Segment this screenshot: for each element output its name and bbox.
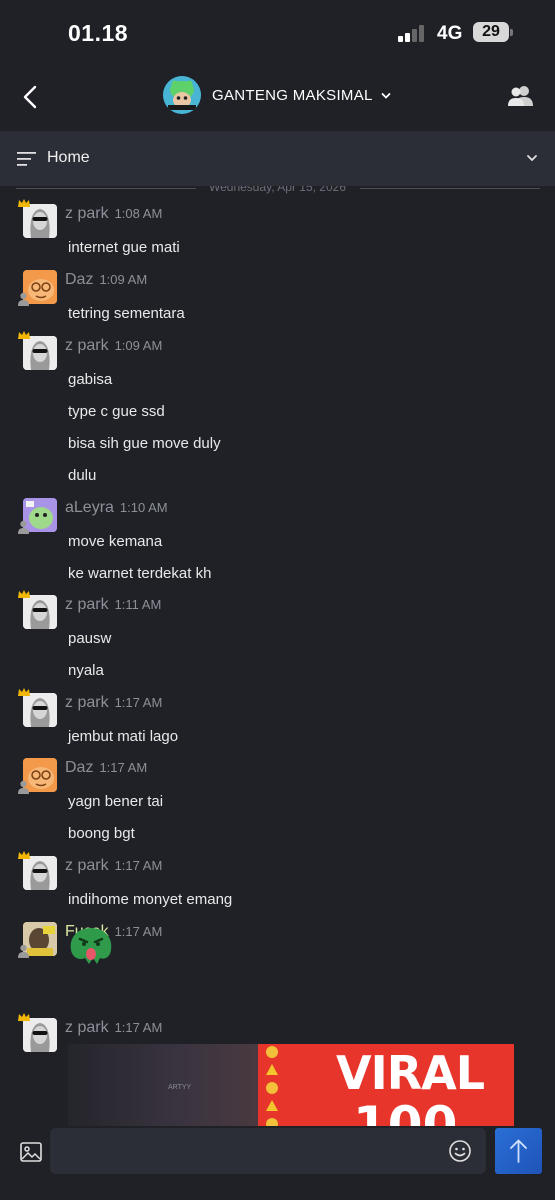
message-list[interactable]: Wednesday, Apr 15, 2026 z park 1:08 AM in…	[0, 186, 555, 1126]
message-time: 1:08 AM	[114, 206, 163, 221]
signal-icon	[398, 24, 428, 42]
person-icon	[18, 944, 29, 958]
smiley-icon[interactable]	[448, 1139, 472, 1163]
message-text: pausw	[68, 630, 112, 647]
message-time: 1:11 AM	[114, 597, 162, 612]
crown-icon	[18, 590, 30, 598]
chevron-down-icon	[381, 93, 390, 99]
chat-header: GANTENG MAKSIMAL	[0, 66, 555, 130]
sender-name[interactable]: z park 1:08 AM	[65, 205, 162, 223]
image-number: 100	[353, 1096, 458, 1126]
crown-icon	[18, 199, 30, 207]
sender-name[interactable]: z park 1:11 AM	[65, 596, 161, 614]
sender-name[interactable]: aLeyra 1:10 AM	[65, 499, 168, 517]
message-time: 1:17 AM	[114, 858, 163, 873]
message-input[interactable]	[62, 1139, 442, 1163]
message-text: ke warnet terdekat kh	[68, 565, 212, 582]
image-caption: ARTYY	[168, 1084, 192, 1091]
sender-name[interactable]: Daz 1:09 AM	[65, 271, 147, 289]
avatar[interactable]	[23, 693, 57, 727]
menu-icon[interactable]	[17, 151, 37, 167]
avatar[interactable]	[23, 595, 57, 629]
message-time: 1:17 AM	[114, 695, 163, 710]
arrow-up-icon	[510, 1139, 527, 1163]
back-button[interactable]	[16, 80, 46, 114]
sender-name[interactable]: z park 1:17 AM	[65, 857, 162, 875]
message-time: 1:10 AM	[119, 500, 168, 515]
message-text: gabisa	[68, 371, 113, 388]
battery-icon: 29	[473, 22, 509, 42]
image-attachment[interactable]: ARTYY VIRAL 100	[68, 1044, 514, 1126]
image-left-panel: ARTYY	[68, 1044, 258, 1126]
chevron-down-icon[interactable]	[524, 151, 540, 165]
message-text: type c gue ssd	[68, 403, 165, 420]
message-text: tetring sementara	[68, 305, 185, 322]
sender-name[interactable]: z park 1:17 AM	[65, 694, 162, 712]
person-icon	[18, 292, 29, 306]
send-button[interactable]	[495, 1128, 542, 1174]
message-text: internet gue mati	[68, 239, 180, 256]
date-divider: Wednesday, Apr 15, 2026	[0, 186, 555, 196]
sender-name[interactable]: z park 1:17 AM	[65, 1019, 162, 1037]
avatar[interactable]	[23, 204, 57, 238]
members-icon	[508, 86, 533, 106]
crown-icon	[18, 331, 30, 339]
crown-icon	[18, 1013, 30, 1021]
members-button[interactable]	[507, 84, 535, 108]
message-text: dulu	[68, 467, 97, 484]
group-avatar[interactable]	[163, 76, 201, 114]
green-blob-tongue-sticker[interactable]	[67, 924, 115, 966]
message-time: 1:17 AM	[99, 760, 148, 775]
crown-icon	[18, 688, 30, 696]
crown-icon	[18, 851, 30, 859]
date-label: Wednesday, Apr 15, 2026	[0, 186, 555, 194]
message-text: indihome monyet emang	[68, 891, 233, 908]
avatar[interactable]	[23, 336, 57, 370]
status-time: 01.18	[68, 20, 129, 46]
avatar[interactable]	[23, 856, 57, 890]
person-icon	[18, 780, 29, 794]
sender-name[interactable]: Daz 1:17 AM	[65, 759, 147, 777]
message-composer	[0, 1126, 555, 1200]
status-bar: 01.18 4G 29	[0, 0, 555, 66]
message-time: 1:09 AM	[114, 338, 163, 353]
battery-nub	[510, 29, 513, 36]
message-text: yagn bener tai	[68, 793, 164, 810]
avatar[interactable]	[23, 1018, 57, 1052]
group-title[interactable]: GANTENG MAKSIMAL	[212, 87, 391, 104]
message-text: bisa sih gue move duly	[68, 435, 221, 452]
message-text: move kemana	[68, 533, 163, 550]
group-name: GANTENG MAKSIMAL	[212, 87, 373, 104]
battery-level: 29	[482, 23, 500, 40]
channel-title: Home	[47, 149, 90, 166]
chevron-left-icon	[23, 85, 37, 109]
network-type: 4G	[437, 23, 463, 44]
emoji-column	[266, 1044, 280, 1126]
message-text: jembut mati lago	[68, 728, 179, 745]
message-input-box[interactable]	[50, 1128, 486, 1174]
message-time: 1:17 AM	[114, 924, 163, 939]
message-time: 1:09 AM	[99, 272, 148, 287]
image-right-panel: VIRAL 100	[258, 1044, 514, 1126]
sender-name[interactable]: z park 1:09 AM	[65, 337, 162, 355]
image-headline: VIRAL	[336, 1046, 485, 1100]
image-icon[interactable]	[19, 1140, 43, 1164]
channel-bar[interactable]: Home	[0, 131, 555, 186]
person-icon	[18, 520, 29, 534]
message-text: boong bgt	[68, 825, 135, 842]
message-text: nyala	[68, 662, 104, 679]
message-time: 1:17 AM	[114, 1020, 163, 1035]
